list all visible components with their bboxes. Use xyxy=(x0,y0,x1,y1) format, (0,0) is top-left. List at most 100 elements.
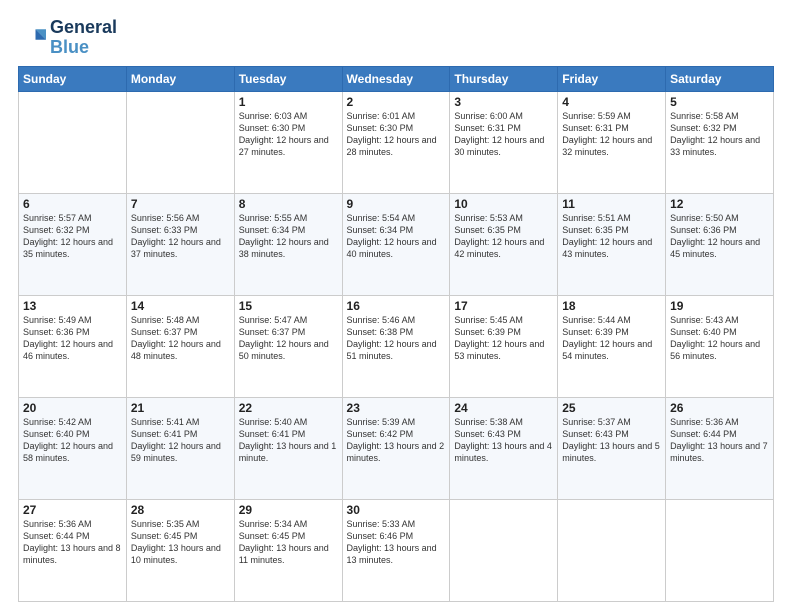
calendar-cell: 1Sunrise: 6:03 AM Sunset: 6:30 PM Daylig… xyxy=(234,91,342,193)
calendar-header-row: SundayMondayTuesdayWednesdayThursdayFrid… xyxy=(19,66,774,91)
day-number: 5 xyxy=(670,95,769,109)
calendar-cell xyxy=(126,91,234,193)
calendar-cell: 27Sunrise: 5:36 AM Sunset: 6:44 PM Dayli… xyxy=(19,499,127,601)
calendar-table: SundayMondayTuesdayWednesdayThursdayFrid… xyxy=(18,66,774,602)
calendar-week-2: 6Sunrise: 5:57 AM Sunset: 6:32 PM Daylig… xyxy=(19,193,774,295)
calendar-cell xyxy=(666,499,774,601)
day-number: 28 xyxy=(131,503,230,517)
day-info: Sunrise: 5:48 AM Sunset: 6:37 PM Dayligh… xyxy=(131,314,230,363)
day-info: Sunrise: 5:57 AM Sunset: 6:32 PM Dayligh… xyxy=(23,212,122,261)
calendar-cell: 18Sunrise: 5:44 AM Sunset: 6:39 PM Dayli… xyxy=(558,295,666,397)
day-number: 17 xyxy=(454,299,553,313)
day-info: Sunrise: 5:43 AM Sunset: 6:40 PM Dayligh… xyxy=(670,314,769,363)
page: General Blue SundayMondayTuesdayWednesda… xyxy=(0,0,792,612)
day-number: 12 xyxy=(670,197,769,211)
calendar-week-1: 1Sunrise: 6:03 AM Sunset: 6:30 PM Daylig… xyxy=(19,91,774,193)
day-info: Sunrise: 5:50 AM Sunset: 6:36 PM Dayligh… xyxy=(670,212,769,261)
day-number: 11 xyxy=(562,197,661,211)
day-number: 13 xyxy=(23,299,122,313)
day-info: Sunrise: 5:35 AM Sunset: 6:45 PM Dayligh… xyxy=(131,518,230,567)
day-info: Sunrise: 5:38 AM Sunset: 6:43 PM Dayligh… xyxy=(454,416,553,465)
day-number: 20 xyxy=(23,401,122,415)
calendar-cell: 24Sunrise: 5:38 AM Sunset: 6:43 PM Dayli… xyxy=(450,397,558,499)
day-number: 21 xyxy=(131,401,230,415)
calendar-week-4: 20Sunrise: 5:42 AM Sunset: 6:40 PM Dayli… xyxy=(19,397,774,499)
calendar-cell: 8Sunrise: 5:55 AM Sunset: 6:34 PM Daylig… xyxy=(234,193,342,295)
day-number: 25 xyxy=(562,401,661,415)
day-number: 15 xyxy=(239,299,338,313)
day-info: Sunrise: 5:45 AM Sunset: 6:39 PM Dayligh… xyxy=(454,314,553,363)
logo-icon xyxy=(18,24,46,52)
day-info: Sunrise: 5:53 AM Sunset: 6:35 PM Dayligh… xyxy=(454,212,553,261)
calendar-cell: 5Sunrise: 5:58 AM Sunset: 6:32 PM Daylig… xyxy=(666,91,774,193)
day-info: Sunrise: 5:56 AM Sunset: 6:33 PM Dayligh… xyxy=(131,212,230,261)
day-number: 8 xyxy=(239,197,338,211)
day-number: 14 xyxy=(131,299,230,313)
day-info: Sunrise: 5:46 AM Sunset: 6:38 PM Dayligh… xyxy=(347,314,446,363)
calendar-cell: 23Sunrise: 5:39 AM Sunset: 6:42 PM Dayli… xyxy=(342,397,450,499)
day-info: Sunrise: 5:34 AM Sunset: 6:45 PM Dayligh… xyxy=(239,518,338,567)
calendar-header-sunday: Sunday xyxy=(19,66,127,91)
day-info: Sunrise: 6:03 AM Sunset: 6:30 PM Dayligh… xyxy=(239,110,338,159)
header: General Blue xyxy=(18,18,774,58)
day-info: Sunrise: 5:36 AM Sunset: 6:44 PM Dayligh… xyxy=(670,416,769,465)
day-number: 27 xyxy=(23,503,122,517)
day-info: Sunrise: 5:44 AM Sunset: 6:39 PM Dayligh… xyxy=(562,314,661,363)
calendar-cell: 11Sunrise: 5:51 AM Sunset: 6:35 PM Dayli… xyxy=(558,193,666,295)
calendar-header-friday: Friday xyxy=(558,66,666,91)
calendar-cell: 22Sunrise: 5:40 AM Sunset: 6:41 PM Dayli… xyxy=(234,397,342,499)
calendar-cell: 19Sunrise: 5:43 AM Sunset: 6:40 PM Dayli… xyxy=(666,295,774,397)
day-number: 24 xyxy=(454,401,553,415)
calendar-cell: 15Sunrise: 5:47 AM Sunset: 6:37 PM Dayli… xyxy=(234,295,342,397)
day-number: 16 xyxy=(347,299,446,313)
calendar-cell: 26Sunrise: 5:36 AM Sunset: 6:44 PM Dayli… xyxy=(666,397,774,499)
calendar-cell: 7Sunrise: 5:56 AM Sunset: 6:33 PM Daylig… xyxy=(126,193,234,295)
day-number: 18 xyxy=(562,299,661,313)
calendar-cell: 25Sunrise: 5:37 AM Sunset: 6:43 PM Dayli… xyxy=(558,397,666,499)
calendar-header-thursday: Thursday xyxy=(450,66,558,91)
day-number: 10 xyxy=(454,197,553,211)
day-info: Sunrise: 5:37 AM Sunset: 6:43 PM Dayligh… xyxy=(562,416,661,465)
day-info: Sunrise: 5:39 AM Sunset: 6:42 PM Dayligh… xyxy=(347,416,446,465)
calendar-week-5: 27Sunrise: 5:36 AM Sunset: 6:44 PM Dayli… xyxy=(19,499,774,601)
calendar-cell: 28Sunrise: 5:35 AM Sunset: 6:45 PM Dayli… xyxy=(126,499,234,601)
day-info: Sunrise: 5:40 AM Sunset: 6:41 PM Dayligh… xyxy=(239,416,338,465)
calendar-header-monday: Monday xyxy=(126,66,234,91)
calendar-cell: 14Sunrise: 5:48 AM Sunset: 6:37 PM Dayli… xyxy=(126,295,234,397)
logo: General Blue xyxy=(18,18,117,58)
day-info: Sunrise: 5:36 AM Sunset: 6:44 PM Dayligh… xyxy=(23,518,122,567)
day-info: Sunrise: 5:55 AM Sunset: 6:34 PM Dayligh… xyxy=(239,212,338,261)
calendar-body: 1Sunrise: 6:03 AM Sunset: 6:30 PM Daylig… xyxy=(19,91,774,601)
calendar-header-wednesday: Wednesday xyxy=(342,66,450,91)
calendar-cell: 21Sunrise: 5:41 AM Sunset: 6:41 PM Dayli… xyxy=(126,397,234,499)
day-info: Sunrise: 6:01 AM Sunset: 6:30 PM Dayligh… xyxy=(347,110,446,159)
calendar-cell xyxy=(558,499,666,601)
calendar-header-saturday: Saturday xyxy=(666,66,774,91)
calendar-cell: 2Sunrise: 6:01 AM Sunset: 6:30 PM Daylig… xyxy=(342,91,450,193)
calendar-cell: 17Sunrise: 5:45 AM Sunset: 6:39 PM Dayli… xyxy=(450,295,558,397)
day-number: 7 xyxy=(131,197,230,211)
day-info: Sunrise: 5:47 AM Sunset: 6:37 PM Dayligh… xyxy=(239,314,338,363)
calendar-cell: 12Sunrise: 5:50 AM Sunset: 6:36 PM Dayli… xyxy=(666,193,774,295)
day-info: Sunrise: 5:42 AM Sunset: 6:40 PM Dayligh… xyxy=(23,416,122,465)
day-info: Sunrise: 5:59 AM Sunset: 6:31 PM Dayligh… xyxy=(562,110,661,159)
day-number: 30 xyxy=(347,503,446,517)
calendar-header-tuesday: Tuesday xyxy=(234,66,342,91)
calendar-cell: 3Sunrise: 6:00 AM Sunset: 6:31 PM Daylig… xyxy=(450,91,558,193)
calendar-cell: 20Sunrise: 5:42 AM Sunset: 6:40 PM Dayli… xyxy=(19,397,127,499)
day-number: 19 xyxy=(670,299,769,313)
day-info: Sunrise: 5:41 AM Sunset: 6:41 PM Dayligh… xyxy=(131,416,230,465)
day-info: Sunrise: 5:58 AM Sunset: 6:32 PM Dayligh… xyxy=(670,110,769,159)
day-number: 9 xyxy=(347,197,446,211)
calendar-cell: 30Sunrise: 5:33 AM Sunset: 6:46 PM Dayli… xyxy=(342,499,450,601)
calendar-week-3: 13Sunrise: 5:49 AM Sunset: 6:36 PM Dayli… xyxy=(19,295,774,397)
day-number: 4 xyxy=(562,95,661,109)
calendar-cell: 13Sunrise: 5:49 AM Sunset: 6:36 PM Dayli… xyxy=(19,295,127,397)
calendar-cell: 9Sunrise: 5:54 AM Sunset: 6:34 PM Daylig… xyxy=(342,193,450,295)
day-number: 2 xyxy=(347,95,446,109)
calendar-cell: 16Sunrise: 5:46 AM Sunset: 6:38 PM Dayli… xyxy=(342,295,450,397)
calendar-cell xyxy=(19,91,127,193)
day-number: 26 xyxy=(670,401,769,415)
calendar-cell: 29Sunrise: 5:34 AM Sunset: 6:45 PM Dayli… xyxy=(234,499,342,601)
calendar-cell: 4Sunrise: 5:59 AM Sunset: 6:31 PM Daylig… xyxy=(558,91,666,193)
